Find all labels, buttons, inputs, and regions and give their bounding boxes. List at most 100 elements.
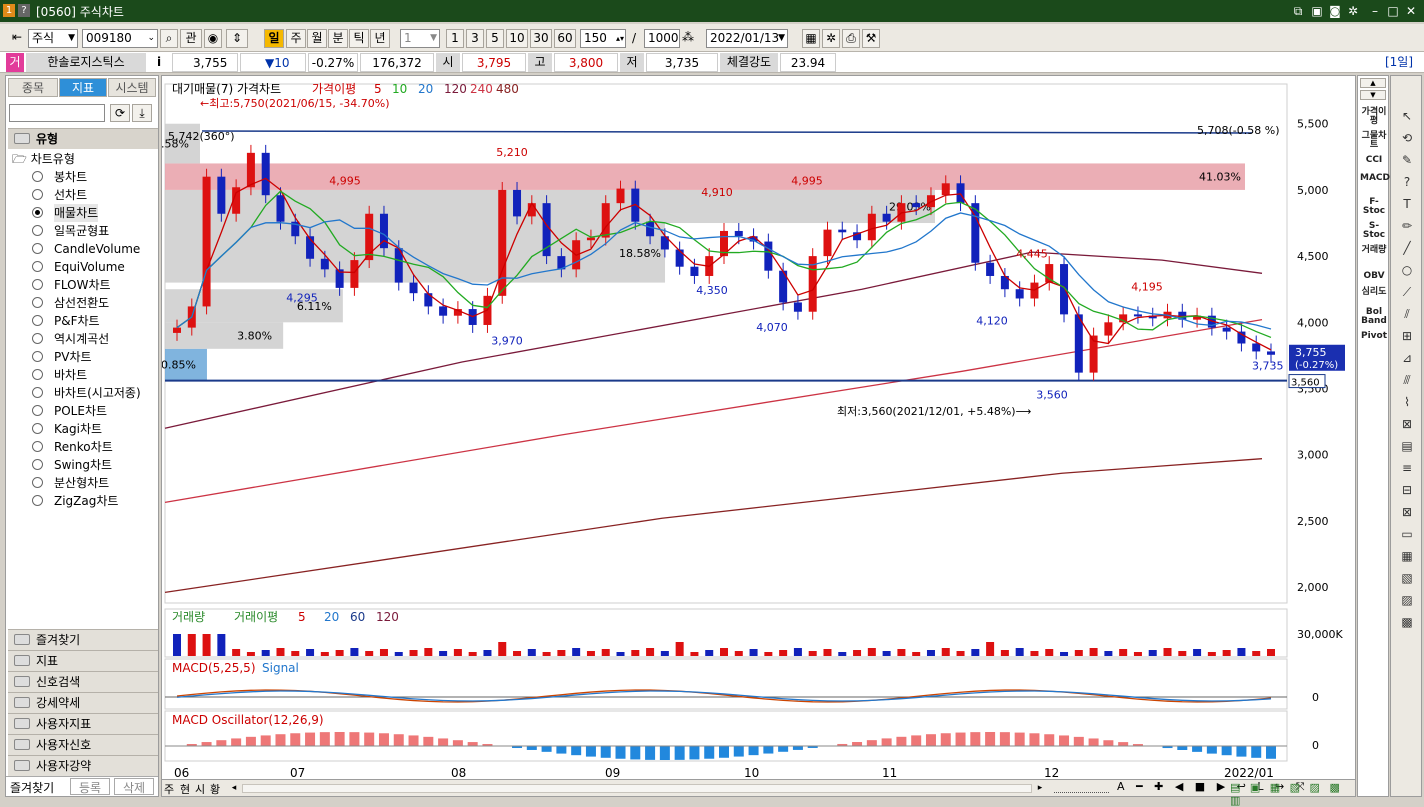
close-icon[interactable]: ✕: [1403, 3, 1419, 19]
radio-icon[interactable]: [32, 423, 43, 434]
indicator-search-input[interactable]: [9, 104, 105, 122]
text-icon[interactable]: T: [1399, 196, 1415, 212]
updown-icon[interactable]: ⇕: [226, 29, 248, 48]
shortcut-10[interactable]: Pivot: [1360, 332, 1388, 341]
spin-icon[interactable]: ⁂: [680, 29, 696, 48]
period-week-button[interactable]: 주: [286, 29, 306, 48]
bottom-tab-ju[interactable]: 주: [164, 781, 174, 797]
refresh-icon[interactable]: ⟳: [110, 104, 130, 122]
period-day-button[interactable]: 일: [264, 29, 284, 48]
scroll-right-icon[interactable]: ▸: [1034, 782, 1046, 794]
tab-indicators[interactable]: 지표: [59, 78, 107, 97]
grid-icon[interactable]: ▤: [1399, 438, 1415, 454]
nw-icon[interactable]: ▨: [1399, 592, 1415, 608]
cycle-icon[interactable]: ⊟: [1399, 482, 1415, 498]
chart-type-2[interactable]: 매물차트: [32, 204, 162, 222]
period-year-button[interactable]: 년: [370, 29, 390, 48]
fib-icon[interactable]: ⊞: [1399, 328, 1415, 344]
help-icon[interactable]: ?: [1399, 174, 1415, 190]
grid-icon[interactable]: ▦: [802, 29, 820, 48]
chart-area[interactable]: 5,5005,0004,5004,0003,5003,0002,5002,000…: [161, 75, 1356, 797]
radio-icon[interactable]: [32, 369, 43, 380]
info-icon[interactable]: i: [152, 53, 166, 72]
radio-icon[interactable]: [32, 243, 43, 254]
quick-60-button[interactable]: 60: [554, 29, 576, 48]
search-icon[interactable]: ⌕: [160, 29, 178, 48]
quick-5-button[interactable]: 5: [486, 29, 504, 48]
zoom-slider[interactable]: [1054, 784, 1109, 793]
radio-icon[interactable]: [32, 333, 43, 344]
prev-stock-icon[interactable]: ⇤: [8, 29, 26, 48]
group-4[interactable]: 사용자지표: [8, 713, 158, 734]
chart-type-9[interactable]: 역시계곡선: [32, 330, 162, 348]
period-tick-button[interactable]: 틱: [349, 29, 369, 48]
shortcut-6[interactable]: 거래량: [1360, 246, 1388, 255]
chart-type-7[interactable]: 삼선전환도: [32, 294, 162, 312]
chart-type-5[interactable]: EquiVolume: [32, 258, 162, 276]
chart-type-12[interactable]: 바차트(시고저종): [32, 384, 162, 402]
scroll-left-icon[interactable]: ◂: [228, 782, 240, 794]
triangle-icon[interactable]: ⊿: [1399, 350, 1415, 366]
wrench-icon[interactable]: ▩: [1399, 614, 1415, 630]
market-select[interactable]: 주식▼: [28, 29, 78, 48]
quick-1-button[interactable]: 1: [446, 29, 464, 48]
shortcut-9[interactable]: Bol Band: [1360, 308, 1388, 326]
settings-icon[interactable]: ◉: [204, 29, 222, 48]
print-icon[interactable]: ⎙: [842, 29, 860, 48]
chart2-icon[interactable]: ▧: [1399, 570, 1415, 586]
bottom-tab-hyeon[interactable]: 현: [180, 781, 190, 797]
download-icon[interactable]: ⤓: [132, 104, 152, 122]
radio-icon[interactable]: [32, 477, 43, 488]
chart-type-3[interactable]: 일목균형표: [32, 222, 162, 240]
shortcut-5[interactable]: S-Stoc: [1360, 222, 1388, 240]
config-icon[interactable]: ✲: [822, 29, 840, 48]
date-input[interactable]: 2022/01/13▼: [706, 29, 788, 48]
edit-icon[interactable]: ✏: [1399, 218, 1415, 234]
horizontal-scrollbar[interactable]: [242, 784, 1032, 793]
quick-10-button[interactable]: 10: [506, 29, 528, 48]
radio-icon[interactable]: [32, 297, 43, 308]
link-icon[interactable]: ⧉: [1290, 3, 1306, 19]
radio-icon[interactable]: [32, 225, 43, 236]
radio-icon[interactable]: [32, 387, 43, 398]
group-1[interactable]: 지표: [8, 650, 158, 671]
radio-icon[interactable]: [32, 189, 43, 200]
shortcut-1[interactable]: 그물차트: [1360, 132, 1388, 150]
radio-icon[interactable]: [32, 207, 43, 218]
help-icon[interactable]: ?: [18, 4, 30, 17]
chart-type-18[interactable]: ZigZag차트: [32, 492, 162, 510]
line-icon[interactable]: ╱: [1399, 240, 1415, 256]
chart-type-15[interactable]: Renko차트: [32, 438, 162, 456]
chart-type-8[interactable]: P&F차트: [32, 312, 162, 330]
radio-icon[interactable]: [32, 351, 43, 362]
kwan-button[interactable]: 관: [180, 29, 202, 48]
group-5[interactable]: 사용자신호: [8, 734, 158, 755]
maximize-icon[interactable]: □: [1385, 3, 1401, 19]
group-0[interactable]: 즐겨찾기: [8, 629, 158, 650]
chart-type-6[interactable]: FLOW차트: [32, 276, 162, 294]
hlines-icon[interactable]: ≡: [1399, 460, 1415, 476]
shortcut-7[interactable]: OBV: [1360, 272, 1388, 281]
delete-button[interactable]: 삭제: [114, 778, 154, 795]
period-month-button[interactable]: 월: [307, 29, 327, 48]
tab-favorites[interactable]: 즐겨찾기: [10, 779, 54, 796]
radio-icon[interactable]: [32, 495, 43, 506]
trend-icon[interactable]: ⟋: [1399, 284, 1415, 300]
count-input[interactable]: 150▴▾: [580, 29, 626, 48]
gann-icon[interactable]: ⫻: [1399, 372, 1415, 388]
tab-system[interactable]: 시스템: [108, 78, 156, 97]
shortcut-3[interactable]: MACD: [1360, 174, 1388, 183]
auto-icon[interactable]: ⊠: [1399, 504, 1415, 520]
shortcut-2[interactable]: CCI: [1360, 156, 1388, 165]
tab-stocks[interactable]: 종목: [8, 78, 58, 97]
tools-icon[interactable]: ⚒: [862, 29, 880, 48]
radio-icon[interactable]: [32, 261, 43, 272]
radio-icon[interactable]: [32, 171, 43, 182]
radio-icon[interactable]: [32, 279, 43, 290]
chart-type-11[interactable]: 바차트: [32, 366, 162, 384]
radio-icon[interactable]: [32, 441, 43, 452]
chart-type-1[interactable]: 선차트: [32, 186, 162, 204]
scroll-up-icon[interactable]: ▲: [1360, 78, 1386, 88]
chart-type-16[interactable]: Swing차트: [32, 456, 162, 474]
minimize-icon[interactable]: –: [1367, 3, 1383, 19]
